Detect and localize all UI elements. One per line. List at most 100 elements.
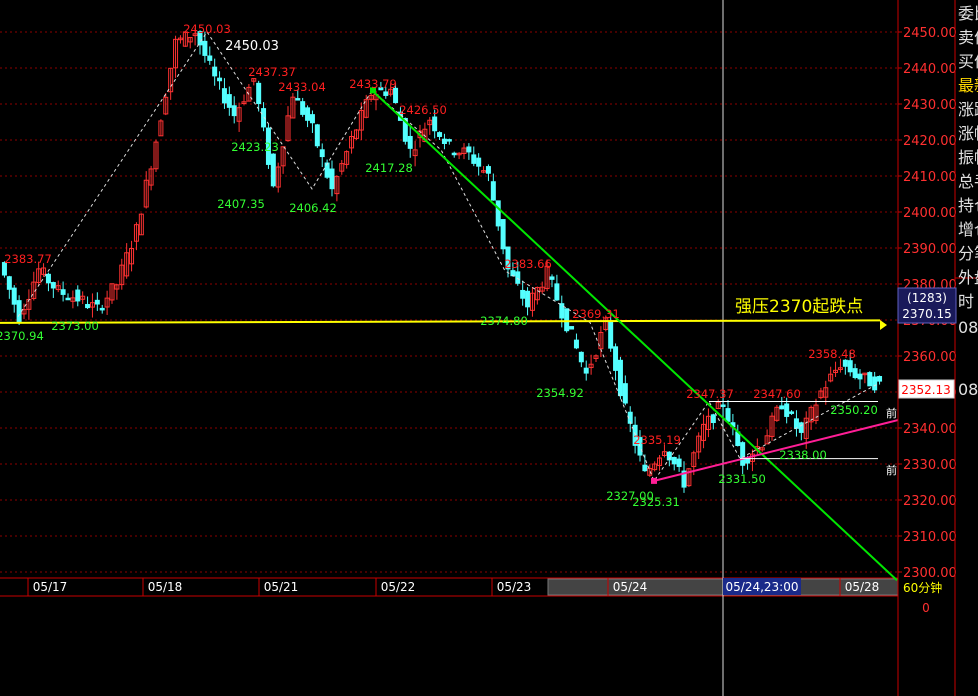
candle-body [11,287,17,305]
candle-body [295,98,301,101]
y-tick-label: 2330.00 [903,458,957,473]
swing-label: 2383.77 [4,252,52,266]
panel-row: 涨幅 [958,124,978,143]
date-label: 05/21 [264,580,299,594]
side-marker-top: 前 [886,406,897,420]
panel-row: 分笔 [958,244,978,263]
candle-body [437,132,443,137]
volume-tag: (1283) [907,291,947,305]
candle-body [559,303,565,319]
swing-label: 2325.31 [632,495,680,509]
swing-label: 2373.00 [51,319,99,333]
candle-body [441,138,447,145]
candle-body [872,376,878,391]
candle-body [554,283,560,301]
candle-body [383,91,389,96]
y-tick-label: 2400.00 [903,206,957,221]
panel-row: 08 [958,380,978,399]
candle-body [490,181,496,201]
candle-body [60,289,66,295]
candle-body [329,168,335,190]
date-label: 05/17 [33,580,68,594]
candle-body [789,411,795,414]
swing-label: 2406.42 [289,201,337,215]
date-label: 05/18 [148,580,183,594]
candle-body [217,77,223,82]
candle-body [564,308,570,332]
candle-body [608,320,614,349]
swing-label: 2335.19 [633,433,681,447]
candle-body [798,422,804,433]
swing-label: 2347.37 [686,387,734,401]
candle-body [207,55,213,61]
timeframe-label[interactable]: 60分钟 [903,580,942,595]
candle-body [75,289,81,302]
candle-body [45,273,51,284]
candle-body [324,162,330,178]
y-tick-label: 2430.00 [903,98,957,113]
swing-label: 2426.50 [399,103,447,117]
panel-row: 最新 [958,76,978,95]
swing-label: 2358.48 [808,347,856,361]
panel-row: 涨跌 [958,100,978,119]
y-tick-label: 2450.00 [903,26,957,41]
candle-body [471,154,477,164]
candle-body [485,166,491,174]
swing-label: 2331.50 [718,472,766,486]
swing-label: 2369.31 [572,307,620,321]
candle-body [613,346,619,371]
y-tick-label: 2410.00 [903,170,957,185]
panel-row: 08 [958,318,978,337]
resistance-line [0,319,881,324]
swing-label: 2347.60 [753,387,801,401]
y-tick-label: 2320.00 [903,494,957,509]
candle-body [622,383,628,404]
swing-label: 2417.28 [365,161,413,175]
y-tick-label: 2420.00 [903,134,957,149]
date-label: 05/28 [845,580,880,594]
date-label: 05/24 [613,580,648,594]
candle-body [725,408,731,422]
candle-body [314,124,320,147]
swing-label: 2450.03 [183,22,231,36]
candle-body [857,373,863,380]
crosshair-date: 05/24,23:00 [726,580,799,594]
trend-lines [0,87,899,582]
candle-body [720,404,726,407]
swing-label: 2350.20 [830,403,878,417]
panel-row: 卖价 [958,28,978,47]
y-tick-label: 2440.00 [903,62,957,77]
candle-body [300,101,306,115]
candle-body [793,418,799,429]
candle-body [573,339,579,349]
candle-body [231,105,237,117]
y-tick-label: 2360.00 [903,350,957,365]
swing-label: 2370.94 [0,329,44,343]
candle-body [99,307,105,311]
candle-body [16,300,22,323]
y-tick-label: 2340.00 [903,422,957,437]
candle-body [446,139,452,142]
panel-row: 持仓 [958,196,978,215]
panel-row: 振幅 [958,148,978,167]
candle-body [466,146,472,153]
swing-label: 2437.37 [248,65,296,79]
candle-body [710,414,716,424]
bottom-value: 0 [922,601,930,615]
candle-body [270,153,276,187]
candle-body [94,299,100,305]
swing-label: 2374.80 [480,314,528,328]
date-label: 05/22 [381,580,416,594]
candle-body [50,282,56,289]
candles [1,27,883,493]
candlestick-chart: 05/17 05/18 05/21 05/22 05/23 05/24 05/28 2383… [0,0,978,696]
zigzag-line [17,30,878,482]
candle-body [515,271,521,284]
candle-body [495,200,501,227]
candle-body [221,88,227,104]
swing-label: 2433.79 [349,77,397,91]
candle-body [520,289,526,299]
y-tick-label: 2310.00 [903,530,957,545]
panel-row: 外盘 [958,268,978,287]
candle-body [842,359,848,367]
